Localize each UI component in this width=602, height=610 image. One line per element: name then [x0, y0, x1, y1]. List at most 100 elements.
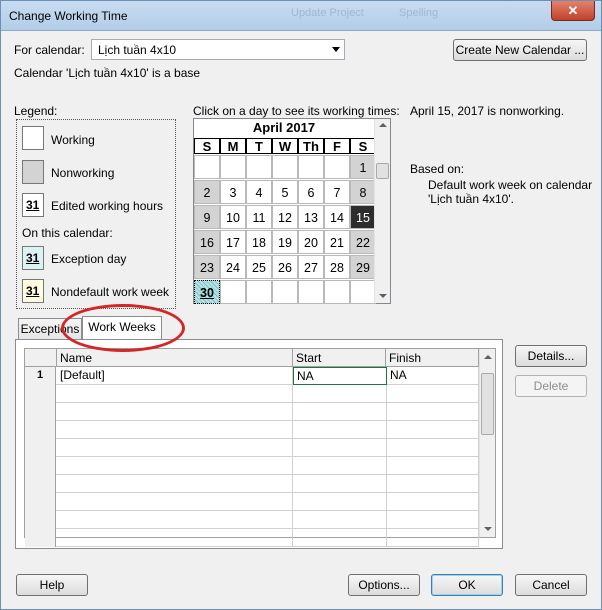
- calendar-day[interactable]: 5: [272, 180, 298, 204]
- calendar-day[interactable]: 15: [350, 205, 376, 229]
- table-cell[interactable]: [57, 457, 293, 475]
- table-cell[interactable]: [387, 475, 479, 493]
- row-number[interactable]: [25, 475, 56, 493]
- table-row[interactable]: [25, 493, 479, 511]
- calendar-day[interactable]: 12: [272, 205, 298, 229]
- table-cell[interactable]: [293, 529, 387, 547]
- row-number[interactable]: [25, 421, 56, 439]
- calendar-scrollbar[interactable]: [374, 119, 390, 303]
- table-cell[interactable]: [57, 439, 293, 457]
- scroll-thumb[interactable]: [376, 163, 389, 179]
- create-new-calendar-button[interactable]: Create New Calendar ...: [453, 39, 587, 61]
- calendar-day[interactable]: 13: [298, 205, 324, 229]
- table-cell[interactable]: [387, 421, 479, 439]
- calendar-day[interactable]: 9: [194, 205, 220, 229]
- row-number[interactable]: [25, 403, 56, 421]
- calendar-day[interactable]: 30: [194, 280, 220, 304]
- calendar-select[interactable]: Lịch tuần 4x10: [91, 39, 345, 60]
- table-cell[interactable]: [293, 421, 387, 439]
- calendar-day[interactable]: 2: [194, 180, 220, 204]
- row-number[interactable]: [25, 493, 56, 511]
- row-number[interactable]: [25, 439, 56, 457]
- table-cell[interactable]: [57, 403, 293, 421]
- table-cell[interactable]: [387, 385, 479, 403]
- table-scrollbar[interactable]: [479, 349, 495, 537]
- table-row[interactable]: [25, 403, 479, 421]
- calendar-day[interactable]: 1: [350, 155, 376, 179]
- cell-start[interactable]: NA: [293, 367, 387, 385]
- scroll-thumb[interactable]: [481, 373, 494, 435]
- table-cell[interactable]: [387, 403, 479, 421]
- table-row[interactable]: [25, 475, 479, 493]
- calendar-day[interactable]: 16: [194, 230, 220, 254]
- calendar-day[interactable]: 20: [298, 230, 324, 254]
- calendar-day[interactable]: 27: [298, 255, 324, 279]
- calendar-day[interactable]: 10: [220, 205, 246, 229]
- table-cell[interactable]: [57, 475, 293, 493]
- column-header-finish[interactable]: Finish: [386, 349, 479, 367]
- calendar-day[interactable]: 24: [220, 255, 246, 279]
- scroll-up-icon[interactable]: [379, 123, 387, 127]
- table-cell[interactable]: [293, 457, 387, 475]
- table-cell[interactable]: [293, 511, 387, 529]
- column-header-name[interactable]: Name: [57, 349, 293, 367]
- tab-work-weeks[interactable]: Work Weeks: [82, 316, 162, 340]
- calendar-day[interactable]: 8: [350, 180, 376, 204]
- table-row[interactable]: [25, 511, 479, 529]
- calendar-day[interactable]: 3: [220, 180, 246, 204]
- cancel-button[interactable]: Cancel: [515, 574, 587, 596]
- table-cell[interactable]: [387, 439, 479, 457]
- table-cell[interactable]: [57, 511, 293, 529]
- calendar-day[interactable]: 25: [246, 255, 272, 279]
- calendar-day[interactable]: 22: [350, 230, 376, 254]
- calendar-day[interactable]: 4: [246, 180, 272, 204]
- row-number[interactable]: [25, 385, 56, 403]
- options-button[interactable]: Options...: [348, 574, 420, 596]
- details-button[interactable]: Details...: [515, 345, 587, 367]
- cell-finish[interactable]: NA: [387, 367, 479, 385]
- table-cell[interactable]: [387, 511, 479, 529]
- tab-exceptions[interactable]: Exceptions: [18, 318, 82, 340]
- calendar-day[interactable]: 14: [324, 205, 350, 229]
- delete-button[interactable]: Delete: [515, 375, 587, 397]
- table-cell[interactable]: [57, 529, 293, 547]
- scroll-up-icon[interactable]: [484, 355, 492, 359]
- calendar-day[interactable]: 21: [324, 230, 350, 254]
- table-cell[interactable]: [57, 421, 293, 439]
- calendar-day[interactable]: 6: [298, 180, 324, 204]
- scroll-down-icon[interactable]: [379, 294, 387, 298]
- calendar-day[interactable]: 23: [194, 255, 220, 279]
- close-button[interactable]: ✕: [551, 1, 595, 21]
- cell-name[interactable]: [Default]: [57, 367, 293, 385]
- table-row[interactable]: [25, 529, 479, 547]
- table-cell[interactable]: [387, 529, 479, 547]
- calendar-day[interactable]: 17: [220, 230, 246, 254]
- row-number[interactable]: 1: [25, 367, 56, 385]
- table-cell[interactable]: [387, 457, 479, 475]
- table-cell[interactable]: [293, 439, 387, 457]
- row-number[interactable]: [25, 529, 56, 547]
- table-cell[interactable]: [57, 385, 293, 403]
- table-cell[interactable]: [387, 493, 479, 511]
- table-cell[interactable]: [57, 493, 293, 511]
- table-cell[interactable]: [293, 385, 387, 403]
- table-row[interactable]: 1 [Default] NA NA: [25, 367, 479, 385]
- scroll-down-icon[interactable]: [484, 527, 492, 531]
- calendar-day[interactable]: 29: [350, 255, 376, 279]
- table-row[interactable]: [25, 385, 479, 403]
- table-row[interactable]: [25, 457, 479, 475]
- calendar-day[interactable]: 18: [246, 230, 272, 254]
- ok-button[interactable]: OK: [431, 574, 503, 596]
- calendar-day[interactable]: 28: [324, 255, 350, 279]
- table-cell[interactable]: [293, 475, 387, 493]
- row-number[interactable]: [25, 457, 56, 475]
- row-number[interactable]: [25, 511, 56, 529]
- calendar-day[interactable]: 7: [324, 180, 350, 204]
- column-header-start[interactable]: Start: [293, 349, 386, 367]
- table-cell[interactable]: [293, 493, 387, 511]
- table-cell[interactable]: [293, 403, 387, 421]
- calendar-day[interactable]: 19: [272, 230, 298, 254]
- help-button[interactable]: Help: [16, 574, 88, 596]
- calendar-day[interactable]: 11: [246, 205, 272, 229]
- calendar-day[interactable]: 26: [272, 255, 298, 279]
